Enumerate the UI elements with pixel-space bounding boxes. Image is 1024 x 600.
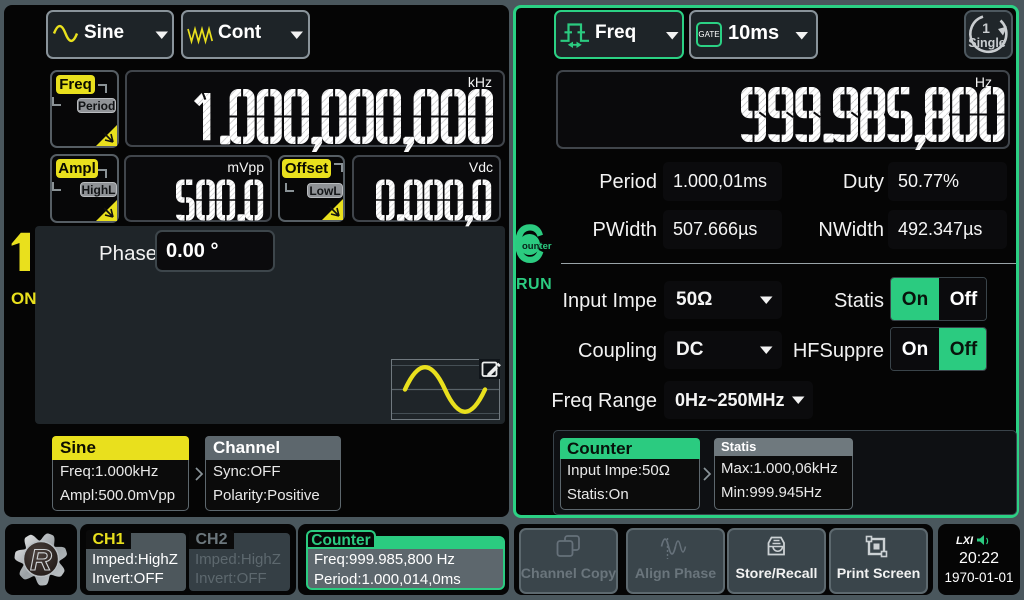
- svg-text:R: R: [30, 544, 52, 577]
- svg-text:Single: Single: [968, 36, 1006, 50]
- svg-text:1: 1: [982, 20, 990, 36]
